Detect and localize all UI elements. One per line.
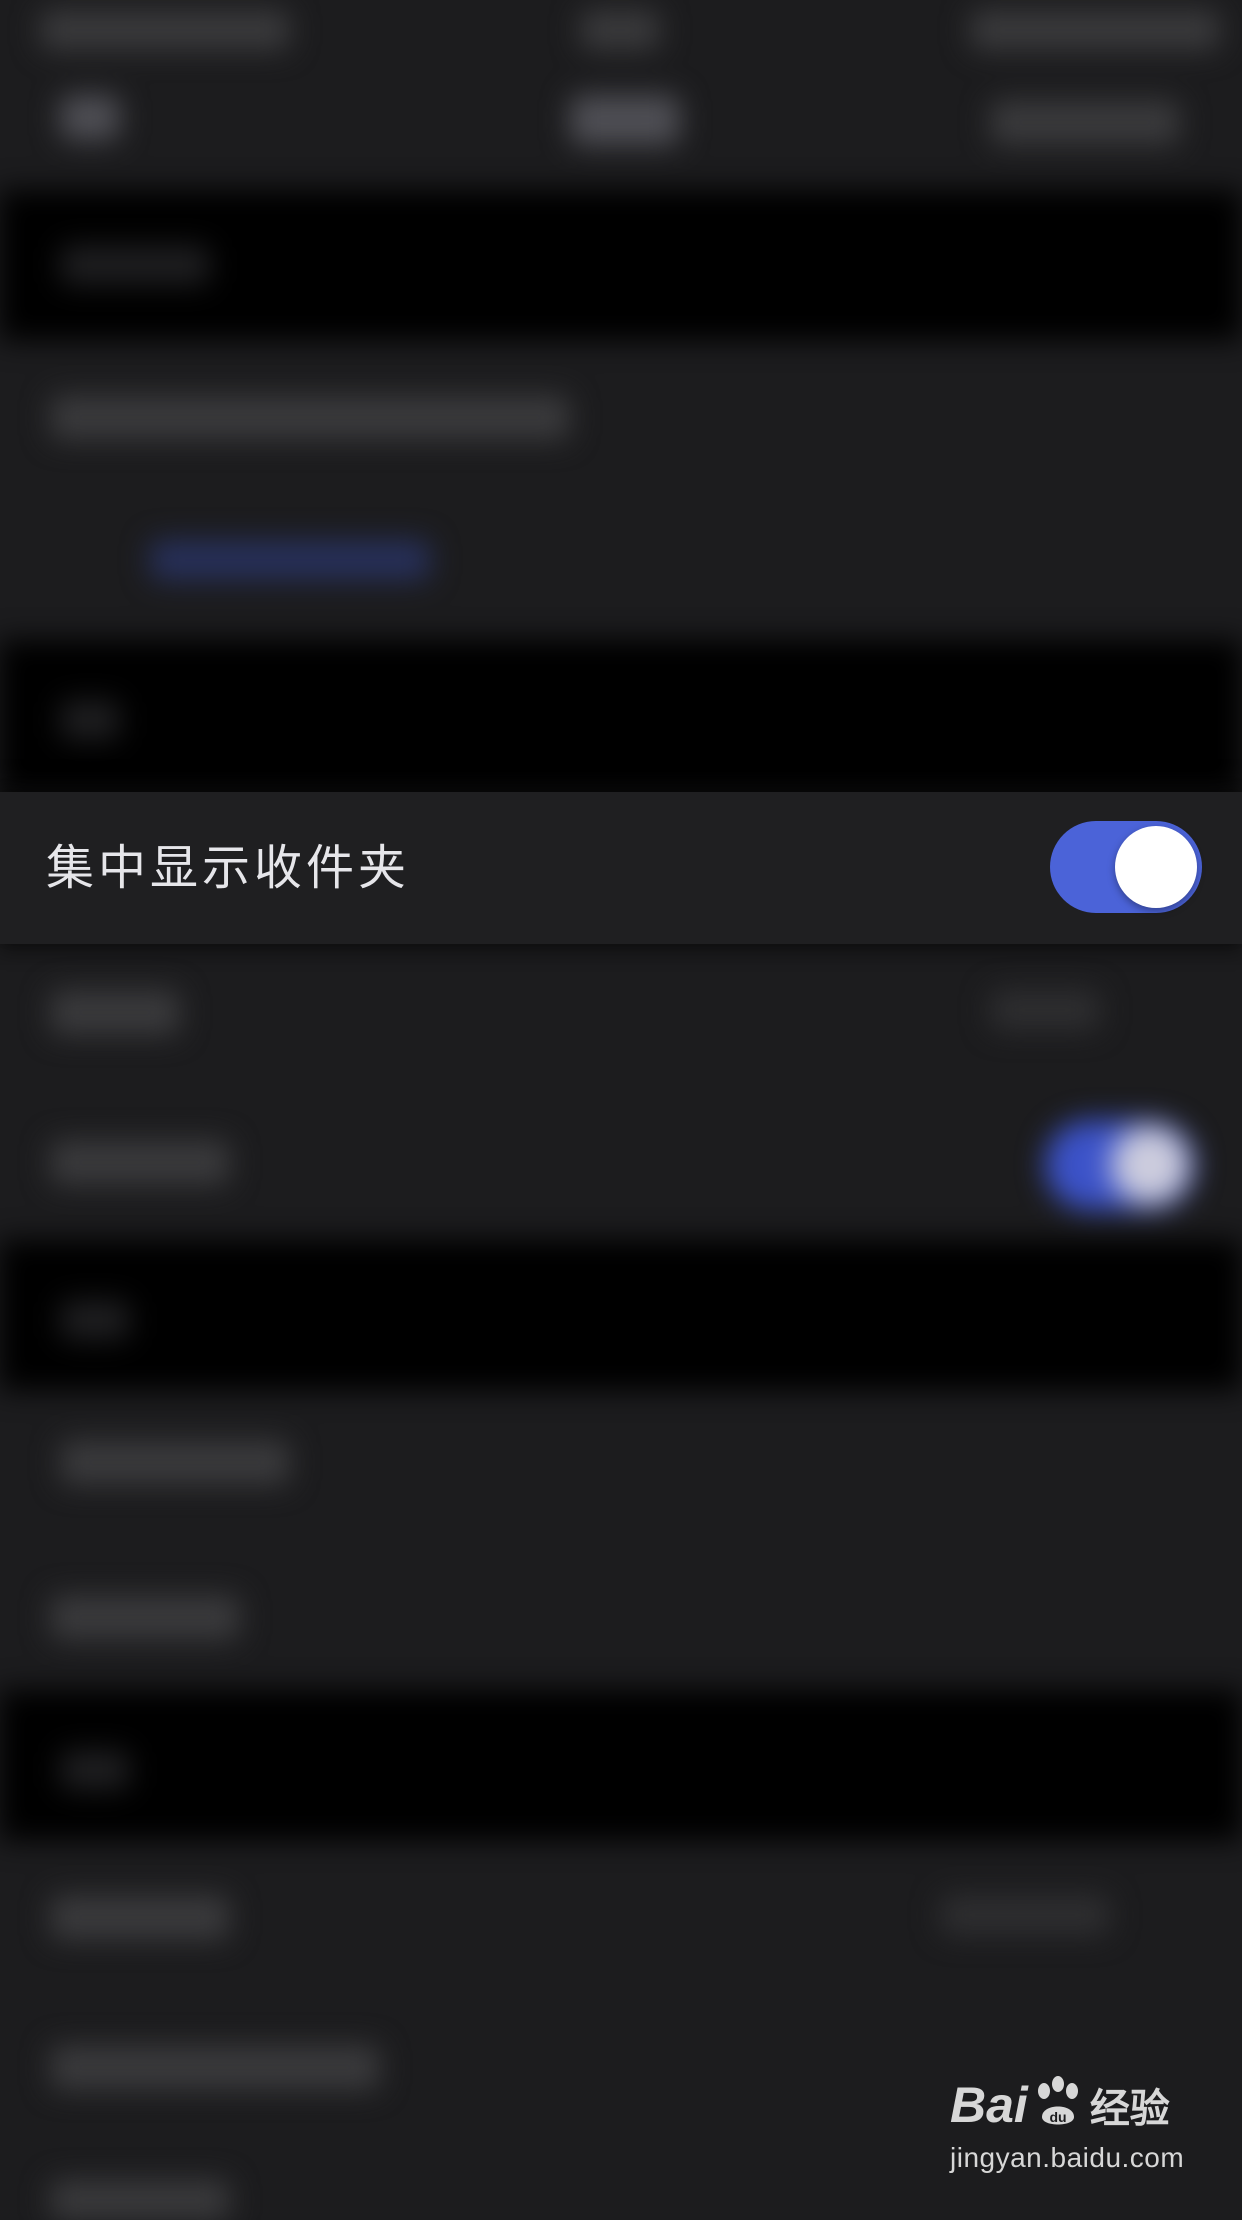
blurred-row-6-value bbox=[940, 1895, 1110, 1935]
blurred-row-2-value bbox=[990, 990, 1100, 1030]
toggle-knob bbox=[1115, 826, 1197, 908]
section-header-3 bbox=[0, 1240, 1242, 1390]
nav-back bbox=[60, 95, 120, 140]
focused-inbox-toggle[interactable] bbox=[1050, 821, 1202, 913]
blurred-row-8 bbox=[50, 2180, 230, 2220]
watermark-brand-left: Bai bbox=[950, 2077, 1028, 2133]
watermark-domain: jingyan.baidu.com bbox=[950, 2142, 1185, 2173]
section-header-3-text bbox=[60, 1300, 130, 1340]
blurred-toggle bbox=[1045, 1120, 1195, 1210]
setting-row-focused-inbox: 集中显示收件夹 bbox=[0, 792, 1242, 944]
watermark-brand-right: 经验 bbox=[1089, 2086, 1170, 2132]
svg-text:du: du bbox=[1049, 2109, 1066, 2125]
status-bar-time bbox=[40, 10, 290, 50]
status-bar-battery bbox=[970, 10, 1220, 50]
section-header-2-text bbox=[60, 700, 120, 740]
status-bar-carrier bbox=[580, 10, 660, 50]
baidu-jingyan-watermark: Bai du 经验 jingyan.baidu.com bbox=[950, 2070, 1210, 2190]
blurred-link-row bbox=[150, 540, 430, 580]
blurred-row-5 bbox=[50, 1595, 240, 1640]
blurred-row-1 bbox=[50, 395, 570, 440]
blurred-row-6 bbox=[50, 1895, 230, 1940]
nav-title bbox=[570, 95, 680, 145]
blurred-row-7 bbox=[50, 2045, 380, 2090]
blurred-row-4 bbox=[60, 1440, 290, 1485]
blurred-background bbox=[0, 0, 1242, 2220]
nav-action bbox=[990, 100, 1180, 145]
section-header-4 bbox=[0, 1690, 1242, 1840]
setting-label: 集中显示收件夹 bbox=[46, 840, 411, 896]
blurred-row-3 bbox=[50, 1140, 230, 1185]
section-header-1-text bbox=[60, 245, 210, 285]
section-header-2 bbox=[0, 640, 1242, 792]
section-header-4-text bbox=[60, 1750, 130, 1790]
blurred-row-2 bbox=[50, 990, 180, 1035]
paw-icon: du bbox=[1030, 2075, 1086, 2135]
